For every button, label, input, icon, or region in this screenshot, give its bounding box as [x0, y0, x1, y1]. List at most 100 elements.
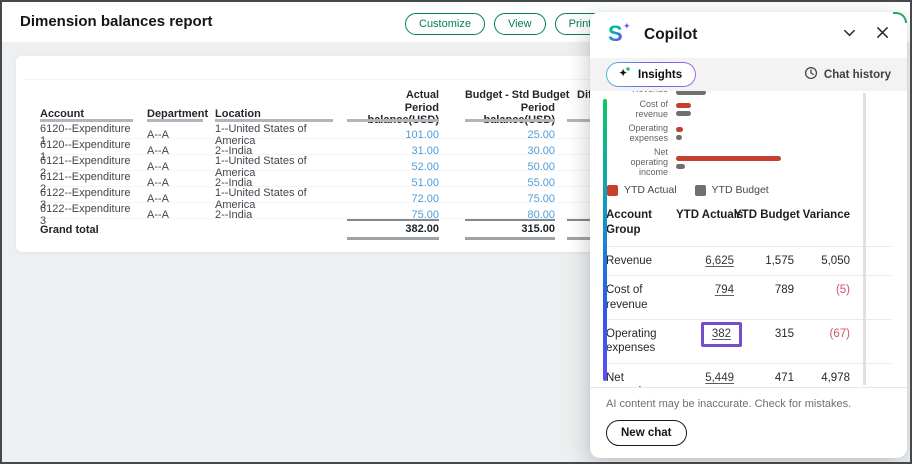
cell-budget-link[interactable]: 30.00	[465, 145, 555, 157]
insight-group: Operating expenses	[606, 327, 676, 356]
chart-category-label: Cost of revenue	[620, 99, 676, 119]
chart-group: Revenue	[620, 91, 907, 95]
insight-table: Account Group YTD Actuals YTD Budget Var…	[606, 206, 891, 387]
chart-category-label: Revenue	[620, 91, 676, 94]
bar-budget	[676, 111, 691, 116]
cell-department: A--A	[147, 129, 203, 141]
chart-group: Cost of revenue	[620, 99, 907, 119]
copilot-header: S ✦ Copilot	[590, 12, 907, 58]
cell-department: A--A	[147, 161, 203, 173]
sparkle-icon	[617, 66, 631, 83]
close-panel-button[interactable]	[875, 25, 890, 45]
copilot-subheader: Insights Chat history	[590, 58, 907, 91]
insight-variance: (5)	[794, 283, 850, 297]
copilot-logo-icon: S ✦	[607, 20, 632, 51]
insight-budget: 471	[734, 371, 794, 385]
cell-budget-link[interactable]: 50.00	[465, 161, 555, 173]
insights-button[interactable]: Insights	[606, 62, 696, 87]
actuals-link[interactable]: 382	[712, 328, 731, 340]
chart-category-label: Net operating income	[620, 147, 676, 177]
ih-actuals: YTD Actuals	[676, 208, 734, 223]
insight-content: Revenue Cost of revenue	[590, 91, 907, 387]
insight-variance: 5,050	[794, 254, 850, 268]
cell-budget-link[interactable]: 55.00	[465, 177, 555, 189]
col-header-budget-balance: Period balance(USD)	[465, 102, 555, 126]
cell-actual-link[interactable]: 72.00	[347, 193, 439, 205]
cell-budget-link[interactable]: 25.00	[465, 129, 555, 141]
bar-actual	[676, 156, 781, 161]
insight-row: Revenue 6,625 1,575 5,050	[606, 246, 891, 275]
app-window: Dimension balances report Customize View…	[0, 0, 912, 464]
cell-department: A--A	[147, 177, 203, 189]
grand-total-actual: 382.00	[347, 219, 439, 240]
col-group-budget: Budget - Std Budget	[465, 89, 555, 101]
col-header-actual-balance: Period balance(USD)	[347, 102, 439, 126]
ytd-bar-chart: Revenue Cost of revenue	[620, 91, 907, 177]
insight-row: Cost of revenue 794 789 (5)	[606, 275, 891, 319]
ih-group: Account Group	[606, 208, 676, 238]
grand-total-budget: 315.00	[465, 219, 555, 240]
cell-location: 1--United States of America	[215, 123, 333, 147]
insight-accent-bar	[603, 99, 607, 381]
page-title: Dimension balances report	[20, 13, 213, 30]
cell-actual-link[interactable]: 51.00	[347, 177, 439, 189]
new-chat-button[interactable]: New chat	[606, 420, 687, 446]
cell-department: A--A	[147, 209, 203, 221]
insight-row: Operating expenses 382 315 (67)	[606, 319, 891, 363]
actuals-link[interactable]: 5,449	[705, 372, 734, 384]
insight-variance: (67)	[794, 327, 850, 341]
insight-budget: 789	[734, 283, 794, 297]
insight-group: Revenue	[606, 254, 676, 268]
chat-history-icon	[804, 66, 818, 83]
bar-actual	[676, 103, 691, 108]
svg-text:✦: ✦	[623, 21, 631, 31]
legend-label: YTD Actual	[624, 184, 677, 196]
bar-budget	[676, 91, 706, 95]
view-button[interactable]: View	[494, 13, 546, 35]
legend-swatch-red	[607, 185, 618, 196]
legend-item-budget: YTD Budget	[695, 184, 769, 196]
insights-label: Insights	[638, 69, 682, 81]
copilot-panel: S ✦ Copilot	[590, 12, 907, 458]
actuals-link[interactable]: 6,625	[705, 255, 734, 267]
grand-total-label: Grand total	[40, 224, 133, 236]
chart-group: Net operating income	[620, 147, 907, 177]
legend-swatch-gray	[695, 185, 706, 196]
cell-actual-link[interactable]: 52.00	[347, 161, 439, 173]
chart-category-label: Operating expenses	[620, 123, 676, 143]
chart-group: Operating expenses	[620, 123, 907, 143]
collapse-panel-button[interactable]	[842, 25, 857, 45]
cell-location: 1--United States of America	[215, 187, 333, 211]
chat-history-button[interactable]: Chat history	[804, 66, 891, 83]
insight-variance: 4,978	[794, 371, 850, 385]
insight-budget: 315	[734, 327, 794, 341]
cell-location: 1--United States of America	[215, 155, 333, 179]
cell-actual-link[interactable]: 101.00	[347, 129, 439, 141]
ai-disclaimer: AI content may be inaccurate. Check for …	[606, 398, 891, 410]
cell-location: 2--India	[215, 209, 333, 221]
copilot-footer: AI content may be inaccurate. Check for …	[590, 387, 907, 458]
ih-budget: YTD Budget	[734, 208, 794, 223]
svg-text:S: S	[608, 21, 623, 46]
col-group-actual: Actual	[347, 89, 439, 101]
chevron-down-icon	[842, 25, 857, 45]
chat-history-label: Chat history	[824, 69, 891, 81]
cell-budget-link[interactable]: 75.00	[465, 193, 555, 205]
insight-row: Net operating income 5,449 471 4,978	[606, 363, 891, 387]
legend-label: YTD Budget	[712, 184, 769, 196]
actuals-link[interactable]: 794	[715, 284, 734, 296]
cell-actual-link[interactable]: 31.00	[347, 145, 439, 157]
bar-budget	[676, 135, 682, 140]
insight-table-header: Account Group YTD Actuals YTD Budget Var…	[606, 206, 891, 246]
bar-actual	[676, 127, 683, 132]
legend-item-actual: YTD Actual	[607, 184, 677, 196]
copilot-title: Copilot	[644, 26, 830, 44]
insight-budget: 1,575	[734, 254, 794, 268]
bar-budget	[676, 164, 685, 169]
insight-group: Cost of revenue	[606, 283, 676, 312]
cell-department: A--A	[147, 145, 203, 157]
chart-legend: YTD Actual YTD Budget	[607, 184, 907, 196]
ih-variance: Variance	[794, 208, 850, 223]
customize-button[interactable]: Customize	[405, 13, 485, 35]
close-icon	[875, 25, 890, 45]
